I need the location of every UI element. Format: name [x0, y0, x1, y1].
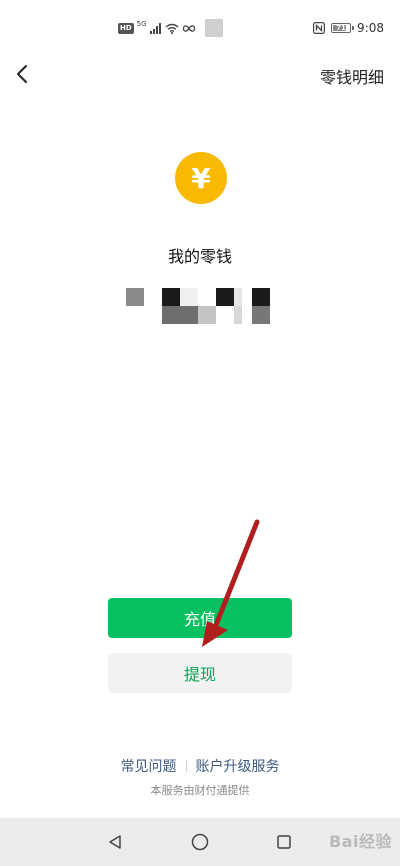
- nav-recents-button[interactable]: [268, 828, 300, 856]
- coin-symbol: ¥: [191, 161, 211, 195]
- battery-icon: 71: [331, 23, 354, 33]
- nav-home-button[interactable]: [184, 828, 216, 856]
- recharge-label: 充值: [183, 610, 216, 629]
- yuan-coin-icon: ¥: [175, 152, 227, 204]
- faq-link[interactable]: 常见问题: [121, 756, 177, 776]
- back-button[interactable]: [6, 56, 38, 92]
- circle-home-icon: [191, 833, 209, 851]
- status-icons-left: HD 5G: [118, 19, 223, 37]
- hd-badge: HD: [118, 22, 134, 34]
- chevron-left-icon: [17, 65, 27, 83]
- provider-note: 本服务由财付通提供: [150, 784, 250, 797]
- link-divider: [185, 760, 187, 772]
- network-type: 5G: [136, 20, 147, 28]
- nfc-icon: [313, 22, 326, 34]
- status-icons-right: 71 9:08: [313, 20, 384, 36]
- signal-icon: [149, 22, 161, 34]
- clock: 9:08: [357, 21, 384, 35]
- app-header: 零钱明细: [0, 56, 400, 92]
- wallet-title: 我的零钱: [167, 247, 232, 266]
- wifi-icon: [165, 23, 179, 34]
- withdraw-label: 提现: [183, 665, 216, 684]
- balance-details-link[interactable]: 零钱明细: [320, 64, 384, 88]
- nav-back-button[interactable]: [99, 828, 131, 856]
- recharge-button[interactable]: 充值: [108, 598, 292, 638]
- battery-level: 71: [336, 24, 346, 32]
- blurred-status-icon: [204, 19, 223, 37]
- infinity-icon: [182, 24, 195, 32]
- withdraw-button[interactable]: 提现: [108, 653, 292, 693]
- square-recents-icon: [277, 835, 291, 849]
- status-bar: HD 5G 71 9:08: [0, 0, 400, 56]
- account-upgrade-link[interactable]: 账户升级服务: [196, 756, 280, 776]
- system-navigation-bar: Bai经验: [0, 818, 400, 866]
- baidu-watermark: Bai经验: [329, 832, 392, 851]
- footer-links: 常见问题 账户升级服务: [0, 756, 400, 776]
- balance-amount-obscured: [126, 286, 272, 324]
- triangle-back-icon: [109, 835, 121, 849]
